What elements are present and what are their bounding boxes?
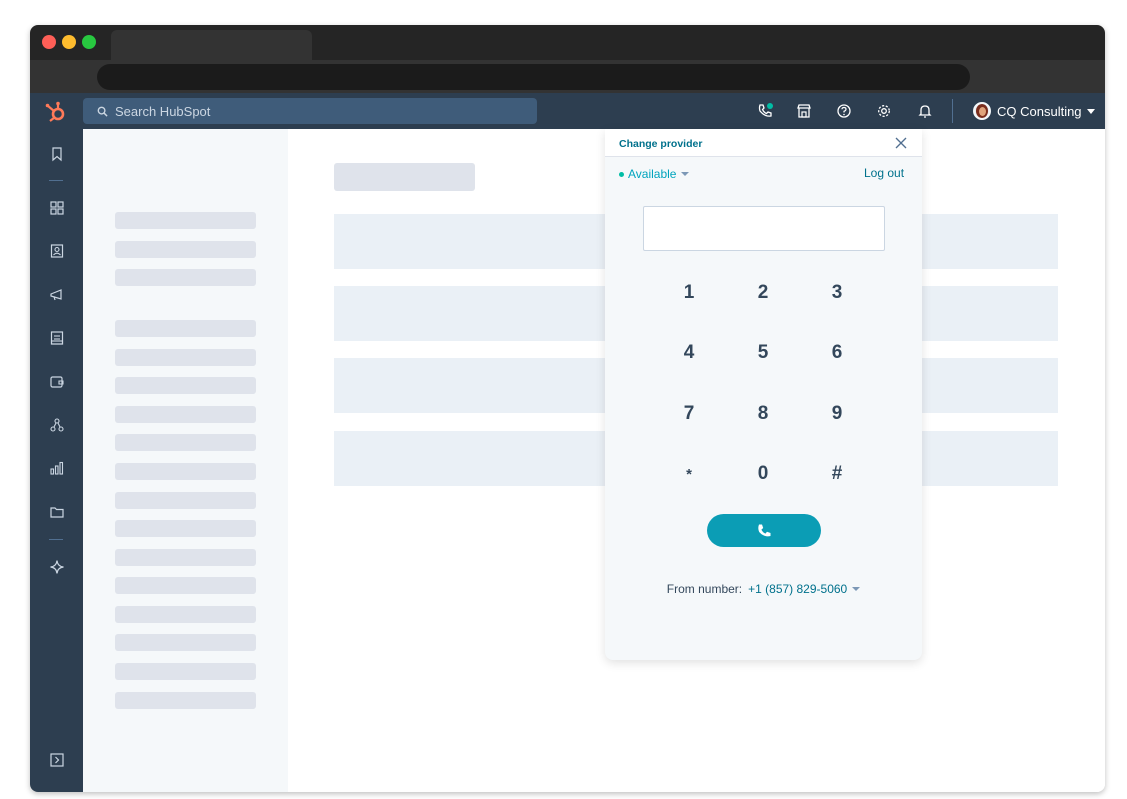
expand-nav-icon[interactable] [49,752,65,768]
dial-key-9[interactable]: 9 [817,394,857,434]
skeleton-line [115,463,256,480]
nav-divider [49,180,63,181]
dashboard-icon[interactable] [49,200,65,216]
skeleton-line [115,406,256,423]
search-icon [97,106,108,117]
skeleton-line [115,212,256,229]
dial-key-0[interactable]: 0 [743,454,783,494]
phone-icon [758,524,771,536]
skeleton-line [115,434,256,451]
change-provider-link[interactable]: Change provider [619,138,702,150]
dial-key-4[interactable]: 4 [669,333,709,373]
commerce-icon[interactable] [49,374,65,390]
account-menu[interactable]: CQ Consulting [973,99,1095,123]
browser-titlebar [30,25,1105,60]
bookmarks-icon[interactable] [49,146,65,162]
dial-key-7[interactable]: 7 [669,394,709,434]
logout-link[interactable]: Log out [864,166,904,180]
dial-key-star[interactable]: * [669,454,709,494]
browser-toolbar [30,60,1105,93]
account-name: CQ Consulting [997,103,1082,119]
content-icon[interactable] [49,330,65,346]
skeleton-line [115,634,256,651]
settings-icon[interactable] [875,102,893,120]
minimize-window-button[interactable] [62,35,76,49]
status-dot [619,171,624,177]
skeleton-line [115,377,256,394]
phone-calling-icon[interactable] [756,102,774,120]
chevron-down-icon[interactable] [852,587,861,591]
availability-dropdown[interactable]: Available [619,167,690,181]
dial-key-2[interactable]: 2 [743,273,783,313]
left-panel-placeholder [83,129,288,792]
from-number-select[interactable]: +1 (857) 829-5060 [748,582,847,596]
ai-sparkle-icon[interactable] [49,559,65,575]
nav-divider [952,99,953,123]
skeleton-heading [334,163,475,191]
nav-divider [49,539,63,540]
chevron-down-icon [681,172,690,176]
help-icon[interactable] [835,102,853,120]
marketing-icon[interactable] [49,287,65,303]
browser-window: Search HubSpot CQ Consulting Change prov… [30,25,1105,792]
skeleton-line [115,492,256,509]
skeleton-line [115,320,256,337]
skeleton-line [115,663,256,680]
close-window-button[interactable] [42,35,56,49]
dial-key-hash[interactable]: # [817,454,857,494]
skeleton-line [115,520,256,537]
skeleton-line [115,269,256,286]
address-bar[interactable] [97,64,970,90]
dial-key-6[interactable]: 6 [817,333,857,373]
calling-dialer-panel: Change provider Available Log out 1 2 3 … [605,129,922,660]
library-icon[interactable] [49,504,65,520]
from-number-row: From number: +1 (857) 829-5060 [605,582,922,596]
dialer-header: Change provider [605,129,922,157]
top-navigation: Search HubSpot CQ Consulting [30,93,1105,129]
skeleton-line [115,549,256,566]
dial-key-3[interactable]: 3 [817,273,857,313]
close-icon[interactable] [894,136,908,150]
dial-key-1[interactable]: 1 [669,273,709,313]
search-input[interactable]: Search HubSpot [83,98,537,124]
marketplace-icon[interactable] [795,102,813,120]
skeleton-line [115,577,256,594]
skeleton-line [115,349,256,366]
skeleton-line [115,241,256,258]
side-navigation [30,129,83,792]
avatar [973,102,991,120]
contacts-icon[interactable] [49,243,65,259]
call-button[interactable] [707,514,821,547]
maximize-window-button[interactable] [82,35,96,49]
notifications-icon[interactable] [916,102,934,120]
availability-status: Available [628,167,677,181]
dial-key-8[interactable]: 8 [743,394,783,434]
skeleton-line [115,606,256,623]
browser-tab[interactable] [111,30,312,60]
from-number-label: From number: [666,582,743,596]
automation-icon[interactable] [49,417,65,433]
reporting-icon[interactable] [49,460,65,476]
search-placeholder: Search HubSpot [115,103,211,119]
dial-key-5[interactable]: 5 [743,333,783,373]
chevron-down-icon [1086,108,1095,114]
hubspot-logo-icon[interactable] [44,100,68,124]
phone-number-input[interactable] [643,206,885,251]
skeleton-line [115,692,256,709]
